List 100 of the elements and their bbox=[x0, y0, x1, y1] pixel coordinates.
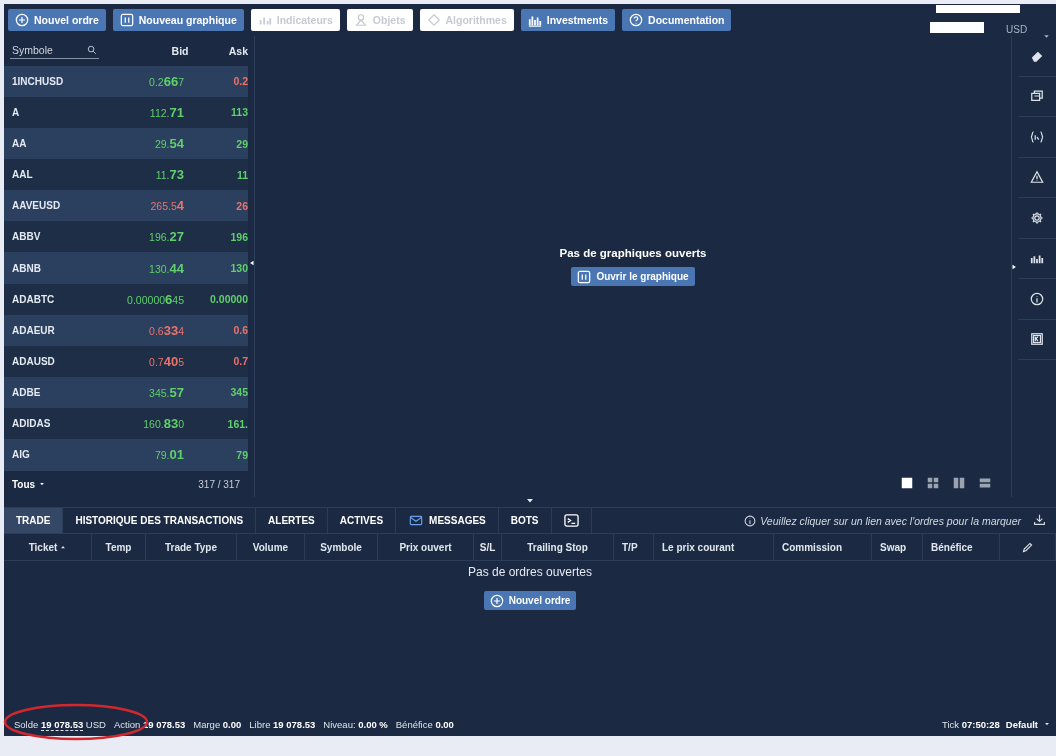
layout-icon[interactable] bbox=[979, 477, 991, 489]
caret-icon bbox=[1044, 721, 1050, 727]
layout-icon[interactable] bbox=[901, 477, 913, 489]
symbol-name[interactable]: ADAEUR bbox=[4, 324, 110, 336]
account-currency[interactable]: USD bbox=[1006, 24, 1028, 35]
column-header[interactable]: T/P bbox=[614, 534, 654, 560]
bid-price: 0.7405 bbox=[148, 353, 184, 369]
symbol-name[interactable]: AIG bbox=[4, 449, 110, 461]
info-icon bbox=[744, 514, 757, 527]
panel-tab[interactable]: TRADE bbox=[4, 508, 64, 533]
column-header[interactable]: S/L bbox=[474, 534, 502, 560]
layout-icon[interactable] bbox=[927, 477, 939, 489]
empty-orders-message: Pas de ordres ouvertes bbox=[467, 565, 593, 579]
terminal-icon bbox=[563, 513, 579, 528]
diamond-icon bbox=[426, 13, 441, 27]
panel-tab[interactable]: HISTORIQUE DES TRANSACTIONS bbox=[63, 508, 257, 533]
open-chart-button[interactable]: Ouvrir le graphique bbox=[571, 267, 695, 286]
plus-circle-icon bbox=[15, 13, 29, 27]
column-header: Bid bbox=[170, 44, 189, 57]
column-header[interactable]: Prix ouvert bbox=[378, 534, 474, 560]
column-header[interactable]: Temp bbox=[92, 534, 146, 560]
bid-price: 79.01 bbox=[153, 447, 184, 463]
column-header[interactable]: Commission bbox=[774, 534, 872, 560]
symbol-name[interactable]: 1INCHUSD bbox=[4, 75, 110, 87]
empty-chart-message: Pas de graphiques ouverts bbox=[559, 247, 707, 259]
windows-icon bbox=[1030, 89, 1044, 104]
column-header[interactable]: Trade Type bbox=[146, 534, 237, 560]
bid-price: 345.57 bbox=[148, 384, 184, 400]
envelope-icon bbox=[408, 514, 425, 527]
bid-price: 0.00000645 bbox=[126, 291, 184, 307]
account-metric: Marge 0.00 bbox=[193, 718, 242, 730]
ask-price: 196 bbox=[229, 230, 248, 243]
ask-price: 345 bbox=[229, 386, 248, 399]
sort-icon bbox=[60, 544, 67, 550]
redaction-block bbox=[930, 22, 984, 33]
symbol-name[interactable]: ADAUSD bbox=[4, 355, 110, 367]
profile-dropdown[interactable]: Default bbox=[1005, 718, 1038, 730]
ask-price: 26 bbox=[235, 199, 248, 212]
bid-price: 11.73 bbox=[154, 167, 184, 183]
ask-price: 29 bbox=[235, 137, 248, 150]
ask-price: 0.6 bbox=[232, 324, 248, 337]
symbol-name[interactable]: ADIDAS bbox=[4, 418, 110, 430]
panel-tab[interactable]: BOTS bbox=[498, 508, 552, 533]
symbol-name[interactable]: ABNB bbox=[4, 262, 110, 274]
panel-tab[interactable]: MESSAGES bbox=[396, 508, 499, 533]
column-header[interactable]: Volume bbox=[237, 534, 305, 560]
symbol-name[interactable]: ADBE bbox=[4, 386, 110, 398]
column-header[interactable]: Ticket bbox=[4, 534, 92, 560]
toolbar-button[interactable]: Documentation bbox=[622, 9, 732, 31]
ask-price: 0.7 bbox=[232, 355, 248, 368]
column-header[interactable]: Symbole bbox=[305, 534, 378, 560]
new-order-button[interactable]: Nouvel ordre bbox=[483, 591, 577, 610]
symbol-name[interactable]: ADABTC bbox=[4, 293, 110, 305]
expand-arrow-icon bbox=[1011, 262, 1017, 272]
info-icon bbox=[1030, 291, 1044, 306]
symbol-name[interactable]: A bbox=[4, 106, 110, 118]
column-header[interactable]: Bénéfice bbox=[923, 534, 1000, 560]
column-header[interactable]: Swap bbox=[872, 534, 923, 560]
figure-icon bbox=[353, 13, 368, 27]
ask-price: 0.2 bbox=[232, 75, 248, 88]
braces-icon bbox=[1030, 129, 1044, 144]
symbol-name[interactable]: ABBV bbox=[4, 231, 110, 243]
account-metric: Libre 19 078.53 bbox=[249, 718, 316, 730]
filter-dropdown[interactable]: Tous bbox=[12, 478, 46, 490]
account-metric: Bénéfice 0.00 bbox=[395, 718, 454, 730]
ask-price: 161. bbox=[226, 417, 248, 430]
symbol-name[interactable]: AAL bbox=[4, 169, 110, 181]
warning-icon bbox=[1030, 170, 1044, 185]
toolbar-button[interactable]: Nouveau graphique bbox=[112, 9, 244, 31]
help-icon bbox=[629, 13, 644, 27]
column-header[interactable]: Le prix courant bbox=[654, 534, 774, 560]
download-icon bbox=[1033, 513, 1046, 526]
account-metric: Niveau: 0.00 % bbox=[323, 718, 388, 730]
ask-price: 0.00000 bbox=[209, 293, 248, 306]
bid-price: 196.27 bbox=[148, 229, 184, 245]
bid-price: 265.54 bbox=[149, 198, 184, 214]
collapse-arrow-icon bbox=[525, 497, 535, 505]
toolbar-button[interactable]: Investments bbox=[520, 9, 616, 31]
ask-price: 130 bbox=[229, 262, 248, 274]
bid-price: 160.830 bbox=[142, 416, 184, 432]
k-box-icon bbox=[1030, 332, 1044, 347]
collapse-arrow-icon bbox=[249, 258, 255, 268]
ask-price: 79 bbox=[235, 448, 248, 461]
bid-price: 0.2667 bbox=[148, 73, 184, 89]
panel-tab[interactable]: ACTIVES bbox=[327, 508, 397, 533]
settings-icon bbox=[1030, 210, 1044, 225]
layout-icon[interactable] bbox=[953, 477, 965, 489]
bid-price: 29.54 bbox=[153, 136, 184, 152]
column-header[interactable]: Trailing Stop bbox=[502, 534, 614, 560]
symbol-name[interactable]: AA bbox=[4, 138, 110, 150]
bid-price: 130.44 bbox=[148, 260, 184, 276]
search-field[interactable]: Symbole bbox=[10, 42, 100, 60]
plus-circle-icon bbox=[489, 593, 504, 608]
symbol-name[interactable]: AAVEUSD bbox=[4, 200, 110, 212]
chart-window-icon bbox=[119, 13, 134, 27]
panel-tab[interactable]: ALERTES bbox=[256, 508, 328, 533]
edit-icon bbox=[1021, 540, 1034, 554]
hint-text: Veuillez cliquer sur un lien avec l'ordres pour la marquer bbox=[760, 514, 1021, 527]
toolbar-button[interactable]: Nouvel ordre bbox=[8, 9, 106, 31]
chart-window-icon bbox=[577, 269, 592, 284]
